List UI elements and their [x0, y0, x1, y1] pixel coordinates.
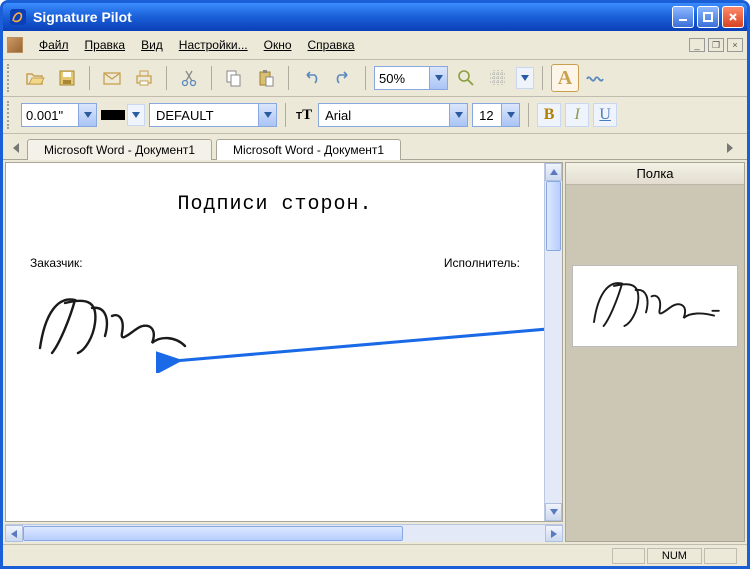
- content-area: Подписи сторон. Заказчик: Исполнитель:: [3, 160, 747, 544]
- italic-button[interactable]: I: [565, 103, 589, 127]
- document-page: Подписи сторон. Заказчик: Исполнитель:: [6, 163, 544, 398]
- toolbar-handle[interactable]: [7, 64, 13, 92]
- freehand-tool-button[interactable]: [583, 64, 611, 92]
- main-toolbar: A: [3, 60, 747, 97]
- document-tabs: Microsoft Word - Документ1 Microsoft Wor…: [3, 134, 747, 160]
- document-tab-2[interactable]: Microsoft Word - Документ1: [216, 139, 401, 160]
- menu-help[interactable]: Справка: [300, 34, 363, 56]
- zoom-dropdown-arrow[interactable]: [429, 67, 447, 89]
- stroke-style-value: DEFAULT: [150, 106, 258, 125]
- shelf-title: Полка: [566, 163, 744, 185]
- color-dropdown-arrow[interactable]: [127, 104, 145, 126]
- stroke-style-combobox[interactable]: DEFAULT: [149, 103, 277, 127]
- menu-view[interactable]: Вид: [133, 34, 171, 56]
- window-close-button[interactable]: [722, 6, 744, 28]
- scroll-h-track[interactable]: [23, 525, 545, 542]
- zoom-input[interactable]: [375, 69, 429, 88]
- status-cell-empty2: [704, 548, 737, 564]
- horizontal-scrollbar[interactable]: [5, 524, 563, 542]
- mdi-close-button[interactable]: ×: [727, 38, 743, 52]
- document-tab-2-label: Microsoft Word - Документ1: [233, 143, 384, 157]
- scroll-up-button[interactable]: [545, 163, 562, 181]
- customer-signature[interactable]: [30, 288, 520, 368]
- shelf-signature-item[interactable]: [572, 265, 738, 347]
- document-viewport[interactable]: Подписи сторон. Заказчик: Исполнитель:: [6, 163, 544, 521]
- menu-window[interactable]: Окно: [256, 34, 300, 56]
- shelf-panel: Полка: [565, 162, 745, 542]
- vertical-scrollbar[interactable]: [544, 163, 562, 521]
- color-swatch[interactable]: [101, 110, 125, 120]
- window-maximize-button[interactable]: [697, 6, 719, 28]
- font-family-dropdown-arrow[interactable]: [449, 104, 467, 126]
- stroke-style-dropdown-arrow[interactable]: [258, 104, 276, 126]
- font-size-combobox[interactable]: 12: [472, 103, 520, 127]
- scroll-down-button[interactable]: [545, 503, 562, 521]
- underline-button[interactable]: U: [593, 103, 617, 127]
- copy-button[interactable]: [220, 64, 248, 92]
- paste-button[interactable]: [252, 64, 280, 92]
- window-minimize-button[interactable]: [672, 6, 694, 28]
- scroll-right-button[interactable]: [545, 525, 563, 542]
- save-button[interactable]: [53, 64, 81, 92]
- redo-button[interactable]: [329, 64, 357, 92]
- mail-button[interactable]: [98, 64, 126, 92]
- mdi-minimize-button[interactable]: _: [689, 38, 705, 52]
- app-icon: [9, 8, 27, 26]
- document-heading: Подписи сторон.: [30, 193, 520, 216]
- menubar-grip-icon: [7, 37, 23, 53]
- view-dropdown-arrow[interactable]: [516, 67, 534, 89]
- text-tool-button[interactable]: A: [551, 64, 579, 92]
- menu-edit[interactable]: Правка: [77, 34, 134, 56]
- font-family-combobox[interactable]: Arial: [318, 103, 468, 127]
- menu-file[interactable]: Файл: [31, 34, 77, 56]
- line-width-combobox[interactable]: [21, 103, 97, 127]
- grid-button[interactable]: [484, 64, 512, 92]
- menu-settings[interactable]: Настройки...: [171, 34, 256, 56]
- scroll-left-button[interactable]: [5, 525, 23, 542]
- bold-button[interactable]: B: [537, 103, 561, 127]
- scroll-v-thumb[interactable]: [546, 181, 561, 251]
- window-title: Signature Pilot: [33, 9, 672, 25]
- line-width-input[interactable]: [22, 106, 78, 125]
- undo-button[interactable]: [297, 64, 325, 92]
- print-button[interactable]: [130, 64, 158, 92]
- cut-button[interactable]: [175, 64, 203, 92]
- statusbar: NUM: [3, 544, 747, 566]
- mdi-restore-button[interactable]: ❐: [708, 38, 724, 52]
- font-icon: TT: [294, 107, 314, 124]
- font-family-value: Arial: [319, 106, 449, 125]
- toolbar-handle-2[interactable]: [7, 101, 13, 129]
- window: Signature Pilot Файл Правка Вид Настройк…: [0, 0, 750, 569]
- scroll-h-thumb[interactable]: [23, 526, 403, 541]
- zoom-tool-button[interactable]: [452, 64, 480, 92]
- scroll-v-track[interactable]: [545, 181, 562, 503]
- titlebar[interactable]: Signature Pilot: [3, 3, 747, 31]
- format-toolbar: DEFAULT TT Arial 12 B I U: [3, 97, 747, 134]
- font-size-dropdown-arrow[interactable]: [501, 104, 519, 126]
- open-button[interactable]: [21, 64, 49, 92]
- document-tab-1[interactable]: Microsoft Word - Документ1: [27, 139, 212, 160]
- status-cell-empty: [612, 548, 645, 564]
- tab-scroll-left[interactable]: [9, 140, 23, 156]
- status-numlock: NUM: [647, 548, 702, 564]
- shelf-body[interactable]: [566, 185, 744, 541]
- document-area: Подписи сторон. Заказчик: Исполнитель:: [5, 162, 563, 522]
- customer-label: Заказчик:: [30, 256, 83, 270]
- font-size-value: 12: [473, 106, 501, 125]
- contractor-label: Исполнитель:: [444, 256, 520, 270]
- menubar: Файл Правка Вид Настройки... Окно Справк…: [3, 31, 747, 60]
- document-tab-1-label: Microsoft Word - Документ1: [44, 143, 195, 157]
- zoom-combobox[interactable]: [374, 66, 448, 90]
- line-width-dropdown-arrow[interactable]: [78, 104, 96, 126]
- tab-scroll-right[interactable]: [723, 140, 737, 156]
